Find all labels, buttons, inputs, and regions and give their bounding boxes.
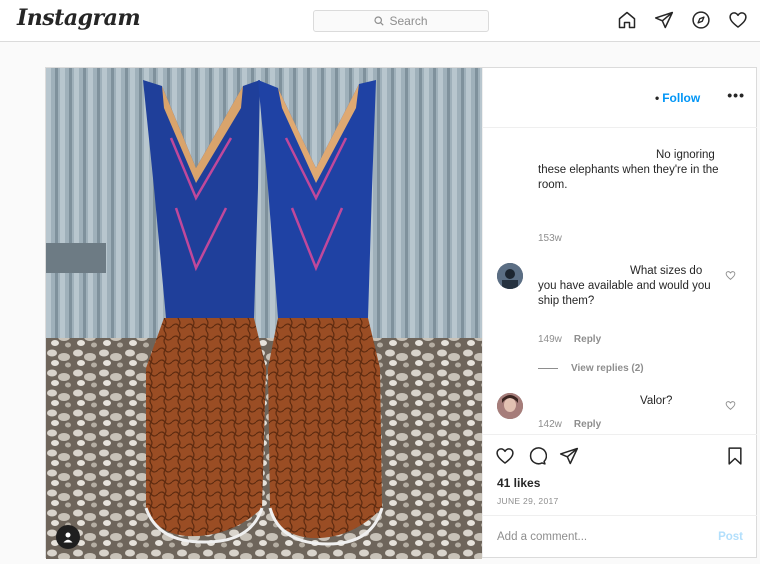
post-sidebar: • Follow ••• No ignoring these elephants …: [482, 68, 757, 557]
avatar[interactable]: [497, 263, 523, 289]
caption-text: No ignoring these elephants when they're…: [538, 149, 719, 191]
likes-count[interactable]: 41 likes: [497, 476, 540, 490]
avatar[interactable]: [497, 393, 523, 419]
more-options-button[interactable]: •••: [727, 87, 745, 103]
boots-image: [46, 68, 482, 559]
post-comment-button[interactable]: Post: [718, 531, 743, 543]
instagram-logo[interactable]: Instagram: [17, 5, 141, 31]
post-date[interactable]: JUNE 29, 2017: [497, 496, 559, 506]
comment-input[interactable]: Add a comment...: [497, 531, 587, 543]
reply-button[interactable]: Reply: [574, 419, 601, 430]
tagged-user-button[interactable]: [56, 525, 80, 549]
search-placeholder: Search: [389, 14, 428, 28]
search-input[interactable]: Search: [313, 10, 489, 32]
avatar-image: [497, 393, 523, 419]
avatar-image: [497, 263, 523, 289]
add-comment-bar: Add a comment... Post: [483, 515, 757, 558]
separator-dot: •: [655, 91, 660, 105]
save-button[interactable]: [725, 446, 745, 466]
caption-age: 153w: [538, 233, 562, 244]
like-comment-icon[interactable]: [725, 400, 736, 411]
like-comment-icon[interactable]: [725, 270, 736, 281]
top-nav-bar: Instagram Search: [0, 0, 760, 42]
bookmark-icon: [728, 447, 742, 465]
reply-button[interactable]: Reply: [574, 334, 601, 345]
follow-button[interactable]: • Follow: [655, 91, 700, 105]
share-icon[interactable]: [559, 446, 579, 466]
action-icons: [495, 446, 579, 466]
view-replies-button[interactable]: View replies (2): [538, 363, 644, 374]
explore-icon[interactable]: [691, 10, 711, 30]
direct-icon[interactable]: [654, 10, 674, 30]
replies-line: [538, 368, 558, 369]
nav-icons: [617, 10, 748, 30]
comments-list[interactable]: No ignoring these elephants when they're…: [483, 128, 757, 434]
activity-icon[interactable]: [728, 10, 748, 30]
home-icon[interactable]: [617, 10, 637, 30]
comment-text: Valor?: [640, 395, 673, 407]
post-photo[interactable]: [46, 68, 482, 559]
post-card: • Follow ••• No ignoring these elephants …: [45, 67, 757, 559]
like-icon[interactable]: [495, 446, 515, 466]
comment-icon[interactable]: [527, 446, 547, 466]
comment-meta: 142w Reply: [538, 419, 602, 430]
search-icon: [374, 16, 385, 26]
user-tag-icon: [63, 532, 73, 543]
post-actions: 41 likes JUNE 29, 2017 Add a comment... …: [483, 434, 757, 557]
post-header: • Follow •••: [483, 68, 757, 128]
comment-meta: 149w Reply: [538, 334, 602, 345]
comment-text: What sizes do you have available and wou…: [538, 265, 711, 307]
